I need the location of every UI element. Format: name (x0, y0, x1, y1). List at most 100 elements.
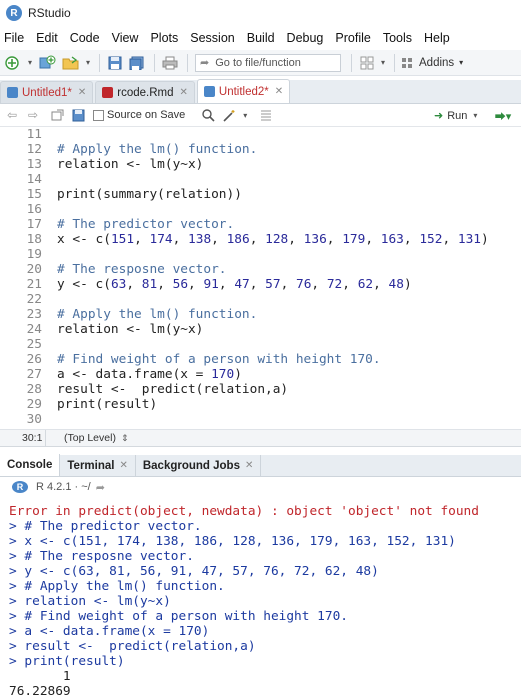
code-text: y <- c(63, 81, 56, 91, 47, 57, 76, 72, 6… (57, 277, 412, 292)
magic-wand-icon[interactable] (220, 107, 238, 123)
code-text: relation <- lm(y~x) (57, 157, 204, 172)
console-output[interactable]: Error in predict(object, newdata) : obje… (0, 496, 521, 695)
line-number: 13 (26, 157, 42, 172)
go-to-arrow-icon: ➦ (200, 57, 210, 69)
code-text: # Find weight of a person with height 17… (57, 352, 381, 367)
menu-view[interactable]: View (106, 27, 145, 49)
menu-tools[interactable]: Tools (377, 27, 418, 49)
dropdown-arrow-icon[interactable]: ▾ (84, 53, 92, 73)
code-line: 27 a <- data.frame(x = 170) (0, 367, 521, 382)
forward-arrow-icon[interactable]: ⇨ (24, 107, 42, 123)
line-number: 15 (26, 187, 42, 202)
code-text: result <- predict(relation,a) (57, 382, 289, 397)
menu-code[interactable]: Code (64, 27, 106, 49)
close-tab-icon[interactable]: ✕ (119, 460, 127, 471)
code-text: # Apply the lm() function. (57, 307, 258, 322)
tab-console[interactable]: Console (0, 454, 61, 476)
addins-chevron-icon[interactable]: ▾ (459, 58, 463, 67)
new-project-icon[interactable] (36, 53, 58, 73)
code-text: print(summary(relation)) (57, 187, 242, 202)
menu-profile[interactable]: Profile (329, 27, 376, 49)
code-editor[interactable]: 11 12 # Apply the lm() function. 13 relation… (0, 127, 521, 429)
line-number: 29 (26, 397, 42, 412)
tab-terminal[interactable]: Terminal ✕ (60, 455, 136, 476)
console-path-bar: R R 4.2.1 · ~/ ➦ (0, 478, 521, 496)
console-command-line: > relation <- lm(y~x) (9, 594, 171, 609)
console-tab-bar: Console Terminal ✕ Background Jobs ✕ (0, 454, 521, 477)
line-number: 19 (26, 247, 42, 262)
code-line: 28 result <- predict(relation,a) (0, 382, 521, 397)
dropdown-arrow-icon[interactable]: ▾ (379, 53, 387, 73)
r-logo-icon: R (12, 481, 28, 493)
code-text: a <- data.frame(x = 170) (57, 367, 242, 382)
save-all-icon[interactable] (127, 53, 147, 73)
line-number: 23 (26, 307, 42, 322)
menu-file[interactable]: File (0, 27, 30, 49)
console-command-line: > # The resposne vector. (9, 549, 194, 564)
toolbar-divider (187, 53, 188, 72)
code-line: 22 (0, 292, 521, 307)
line-number: 21 (26, 277, 42, 292)
run-arrow-icon: ➜ (434, 110, 444, 122)
open-file-icon[interactable] (60, 53, 82, 73)
go-to-file-input[interactable]: ➦ Go to file/function (195, 53, 341, 72)
back-arrow-icon[interactable]: ⇦ (3, 107, 21, 123)
rerun-button[interactable]: ⮕▾ (490, 107, 516, 124)
tab-untitled1[interactable]: Untitled1* ✕ (0, 81, 94, 103)
tab-background-jobs[interactable]: Background Jobs ✕ (136, 455, 262, 476)
code-line: 29 print(result) (0, 397, 521, 412)
show-in-window-icon[interactable] (48, 107, 66, 123)
close-tab-icon[interactable]: ✕ (245, 460, 253, 471)
code-text: x <- c(151, 174, 138, 186, 128, 136, 179… (57, 232, 489, 247)
cursor-position: 30:1 (0, 430, 46, 446)
search-icon[interactable] (199, 107, 217, 123)
run-button[interactable]: ➜ Run ▾ (434, 107, 477, 124)
code-line: 23 # Apply the lm() function. (0, 307, 521, 322)
toolbar-divider (351, 53, 352, 72)
menu-debug[interactable]: Debug (281, 27, 330, 49)
new-file-icon[interactable] (2, 53, 24, 73)
dropdown-arrow-icon[interactable]: ▾ (241, 107, 249, 123)
code-line: 24 relation <- lm(y~x) (0, 322, 521, 337)
r-script-icon (7, 87, 18, 98)
menu-build[interactable]: Build (241, 27, 281, 49)
menu-edit[interactable]: Edit (30, 27, 64, 49)
dropdown-arrow-icon[interactable]: ▾ (473, 111, 477, 120)
source-tab-bar: Untitled1* ✕ rcode.Rmd ✕ Untitled2* ✕ (0, 79, 521, 104)
save-icon[interactable] (69, 107, 87, 123)
console-command-line: > y <- c(63, 81, 56, 91, 47, 57, 76, 72,… (9, 564, 379, 579)
menu-help[interactable]: Help (418, 27, 456, 49)
code-line: 16 (0, 202, 521, 217)
console-command-line: > print(result) (9, 654, 125, 669)
code-line: 13 relation <- lm(y~x) (0, 157, 521, 172)
line-number: 22 (26, 292, 42, 307)
go-to-directory-icon[interactable]: ➦ (96, 481, 105, 494)
close-tab-icon[interactable]: ✕ (180, 87, 188, 98)
console-command-line: > # Apply the lm() function. (9, 579, 225, 594)
code-line: 17 # The predictor vector. (0, 217, 521, 232)
pane-layout-icon[interactable] (357, 53, 377, 73)
menu-plots[interactable]: Plots (144, 27, 184, 49)
source-on-save-checkbox[interactable] (93, 109, 104, 121)
print-icon[interactable] (160, 53, 180, 73)
scope-selector[interactable]: (Top Level) (46, 432, 116, 444)
run-label: Run (447, 109, 468, 122)
tab-rcode-rmd[interactable]: rcode.Rmd ✕ (95, 81, 195, 103)
code-line: 15 print(summary(relation)) (0, 187, 521, 202)
menu-session[interactable]: Session (184, 27, 240, 49)
tab-untitled2[interactable]: Untitled2* ✕ (196, 79, 291, 103)
code-line: 11 (0, 127, 521, 142)
addins-menu[interactable]: Addins (419, 57, 454, 69)
code-line: 30 (0, 412, 521, 427)
dropdown-arrow-icon[interactable]: ▾ (26, 53, 34, 73)
save-icon[interactable] (105, 53, 125, 73)
console-error-line: Error in predict(object, newdata) : obje… (9, 504, 479, 519)
code-line: 18 x <- c(151, 174, 138, 186, 128, 136, 1… (0, 232, 521, 247)
addins-icon[interactable] (400, 53, 414, 73)
close-tab-icon[interactable]: ✕ (78, 87, 86, 98)
code-line: 12 # Apply the lm() function. (0, 142, 521, 157)
close-tab-icon[interactable]: ✕ (275, 86, 283, 97)
console-command-line: > # Find weight of a person with height … (9, 609, 348, 624)
document-outline-icon[interactable] (257, 107, 275, 123)
scope-chevron-icon[interactable]: ⇕ (121, 433, 129, 444)
